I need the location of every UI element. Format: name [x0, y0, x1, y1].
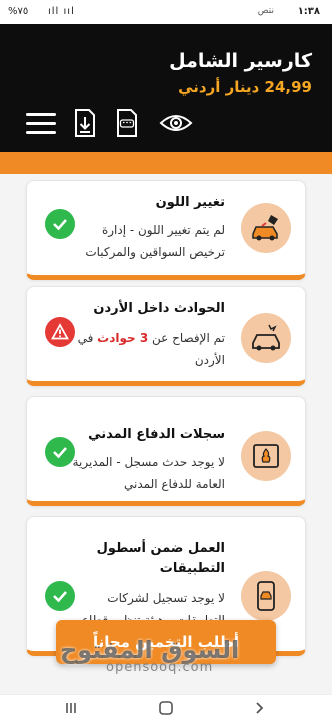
card-description-line: ترخيص السواقين والمركبات [85, 245, 225, 259]
accident-count: 3 حوادث [97, 331, 149, 345]
signal-icon: ıll ııl [48, 6, 75, 17]
carrier-label: نتص [257, 6, 274, 16]
card-title: الحوادث داخل الأردن [93, 301, 225, 316]
paint-car-icon [241, 203, 291, 253]
card-description-text: تم الإفصاح عن [148, 331, 225, 345]
clock: ١:٣٨ [297, 6, 320, 17]
recent-apps-icon[interactable] [62, 699, 80, 717]
system-nav-bar [0, 694, 332, 720]
card-title: العمل ضمن أسطول التطبيقات [39, 539, 225, 579]
fire-car-icon [241, 431, 291, 481]
warning-icon [45, 317, 75, 347]
eye-icon[interactable] [158, 106, 194, 140]
card-title-line: العمل ضمن أسطول [96, 541, 225, 556]
card-title: تغيير اللون [155, 195, 225, 210]
back-icon[interactable] [250, 699, 268, 717]
status-bar: %٧٥ ıll ııl نتص ١:٣٨ [0, 0, 332, 24]
report-card-accidents[interactable]: الحوادث داخل الأردن تم الإفصاح عن 3 حواد… [26, 286, 306, 386]
menu-icon[interactable] [24, 106, 58, 140]
report-header: كارسير الشامل 24,99 دينار أردني [0, 24, 332, 152]
card-description-line: العامة للدفاع المدني [124, 477, 225, 491]
check-icon [45, 437, 75, 467]
download-document-icon[interactable] [72, 106, 98, 140]
report-card-civil-defense[interactable]: سجلات الدفاع المدني لا يوجد حدث مسجل - ا… [26, 396, 306, 506]
crash-car-icon [241, 313, 291, 363]
price-label: 24,99 دينار أردني [178, 78, 312, 96]
accent-strip [0, 152, 332, 174]
watermark-url: opensooq.com [106, 660, 214, 675]
battery-indicator: %٧٥ [8, 6, 29, 17]
report-cards-list[interactable]: تغيير اللون لم يتم تغيير اللون - إدارة ت… [0, 174, 332, 694]
fleet-phone-icon [241, 571, 291, 621]
sms-document-icon[interactable] [114, 106, 140, 140]
card-title-line: التطبيقات [159, 561, 225, 576]
check-icon [45, 581, 75, 611]
check-icon [45, 209, 75, 239]
report-card-color-change[interactable]: تغيير اللون لم يتم تغيير اللون - إدارة ت… [26, 180, 306, 280]
page-title: كارسير الشامل [169, 50, 312, 72]
card-description-text: في [77, 331, 98, 345]
home-icon[interactable] [157, 699, 175, 717]
card-description-line: الأردن [194, 353, 225, 367]
